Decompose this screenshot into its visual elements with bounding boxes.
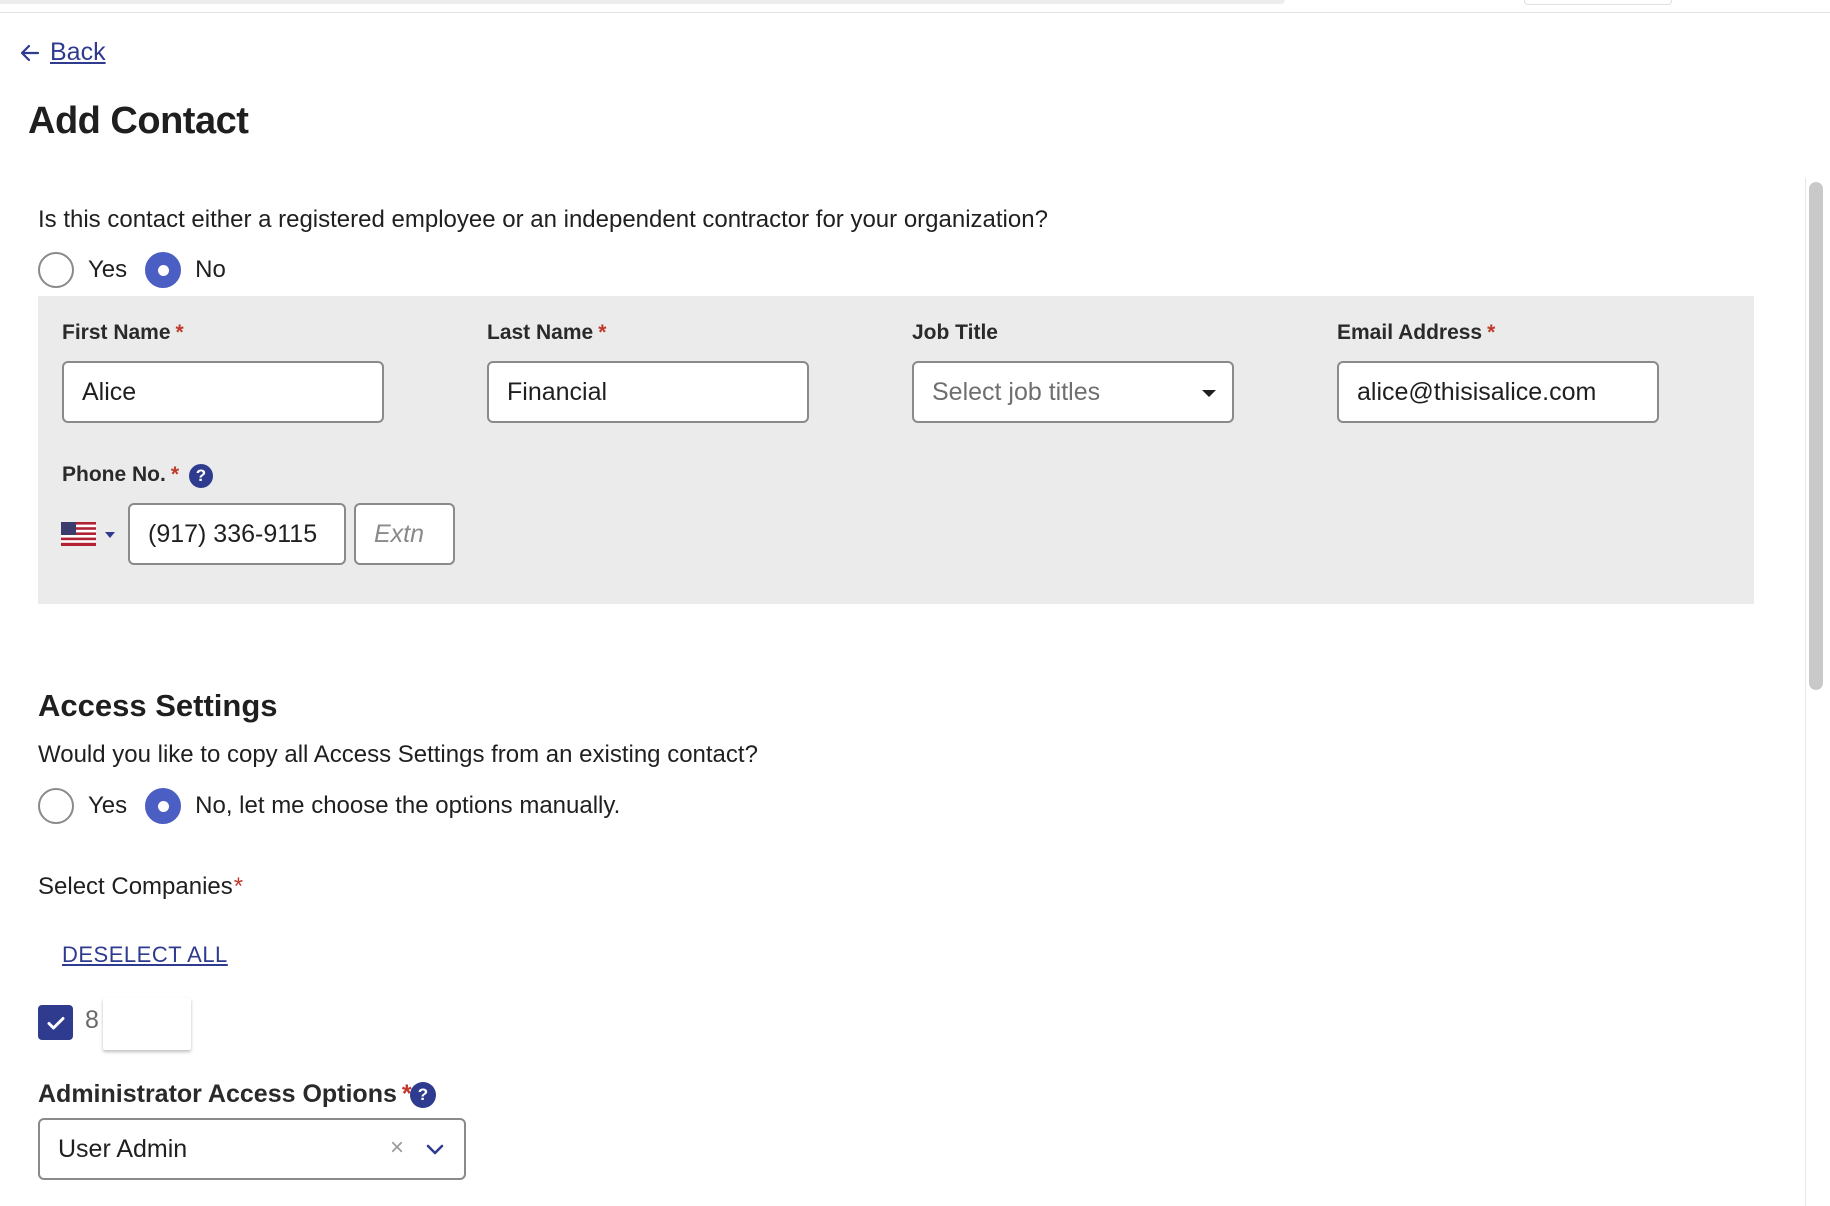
copy-no-radio[interactable] [145,788,182,824]
first-name-value: Alice [82,377,137,406]
email-label-text: Email Address [1337,321,1483,344]
us-flag-icon[interactable] [61,522,96,546]
company-tooltip [103,998,191,1050]
scrollbar-track [1805,178,1806,1206]
required-mark: * [233,873,244,900]
required-mark: * [598,321,607,344]
last-name-label-text: Last Name [487,321,594,344]
copy-no-label: No, let me choose the options manually. [195,792,621,819]
employee-yes-radio[interactable] [38,252,74,288]
page-title: Add Contact [28,100,249,142]
job-title-label-text: Job Title [912,321,998,344]
job-title-label: Job Title [912,321,998,345]
copy-yes-label: Yes [88,792,128,819]
job-title-placeholder: Select job titles [932,377,1101,406]
phone-label: Phone No. * [62,463,179,487]
browser-top-strip [0,0,1830,13]
required-mark: * [175,321,184,344]
select-companies-label: Select Companies* [38,873,243,901]
scrollbar[interactable] [1805,178,1825,1206]
country-caret-icon[interactable] [105,532,115,538]
chevron-down-icon[interactable] [424,1138,446,1160]
required-mark: * [170,463,180,486]
back-link[interactable]: Back [18,38,106,67]
phone-value: (917) 336-9115 [148,519,318,548]
top-strip-tab [1524,0,1672,5]
top-strip-segment [0,0,1285,4]
employee-no-radio[interactable] [145,252,182,288]
employee-yes-label: Yes [88,256,128,283]
back-label: Back [50,38,106,66]
email-label: Email Address * [1337,321,1495,345]
admin-access-select[interactable]: User Admin × [38,1118,466,1180]
caret-down-icon [1202,390,1216,397]
admin-access-value: User Admin [58,1134,188,1163]
job-title-select[interactable]: Select job titles [912,361,1234,423]
company-name: 8 [85,1006,99,1034]
last-name-label: Last Name * [487,321,606,345]
first-name-label: First Name * [62,321,184,345]
first-name-input[interactable]: Alice [62,361,384,423]
copy-settings-question: Would you like to copy all Access Settin… [38,741,758,768]
admin-access-label: Administrator Access Options * [38,1080,412,1109]
clear-icon[interactable]: × [390,1134,404,1162]
admin-access-label-text: Administrator Access Options [38,1080,397,1108]
employee-no-label: No [195,256,226,283]
last-name-input[interactable]: Financial [487,361,809,423]
phone-label-text: Phone No. [62,463,166,486]
extension-placeholder: Extn [374,519,425,548]
copy-settings-radio-group: Yes No, let me choose the options manual… [38,788,638,824]
company-checkbox[interactable] [38,1005,73,1040]
phone-extension-input[interactable]: Extn [354,503,455,565]
deselect-all-link[interactable]: DESELECT ALL [62,942,228,968]
last-name-value: Financial [507,377,608,406]
access-settings-heading: Access Settings [38,688,278,723]
admin-access-help-icon[interactable]: ? [410,1082,436,1108]
arrow-left-icon [20,44,40,61]
scrollbar-thumb[interactable] [1809,182,1823,690]
copy-yes-radio[interactable] [38,788,74,824]
phone-help-icon[interactable]: ? [189,464,213,488]
email-input[interactable]: alice@thisisalice.com [1337,361,1659,423]
phone-input[interactable]: (917) 336-9115 [128,503,346,565]
required-mark: * [1487,321,1496,344]
email-value: alice@thisisalice.com [1357,377,1597,406]
employee-radio-group: Yes No [38,252,244,288]
checkmark-icon [47,1016,64,1029]
select-companies-label-text: Select Companies [38,873,233,900]
employee-question: Is this contact either a registered empl… [38,206,1048,233]
first-name-label-text: First Name [62,321,171,344]
